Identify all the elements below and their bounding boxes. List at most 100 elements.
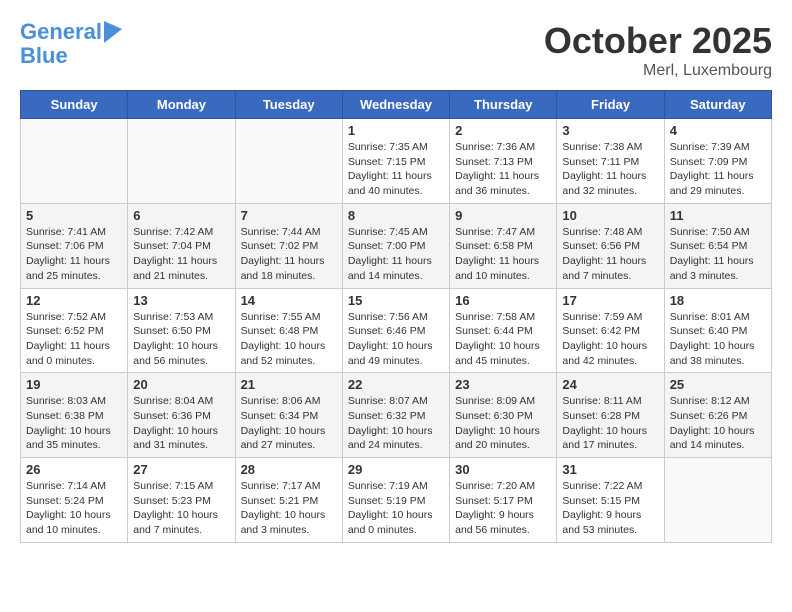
- day-number: 8: [348, 208, 444, 223]
- calendar-week-1: 1 Sunrise: 7:35 AMSunset: 7:15 PMDaylight…: [21, 119, 772, 204]
- day-number: 23: [455, 377, 551, 392]
- calendar-cell: 7 Sunrise: 7:44 AMSunset: 7:02 PMDaylight…: [235, 203, 342, 288]
- calendar-cell: 8 Sunrise: 7:45 AMSunset: 7:00 PMDaylight…: [342, 203, 449, 288]
- calendar-cell: [21, 119, 128, 204]
- calendar-cell: 3 Sunrise: 7:38 AMSunset: 7:11 PMDaylight…: [557, 119, 664, 204]
- day-number: 26: [26, 462, 122, 477]
- calendar-table: SundayMondayTuesdayWednesdayThursdayFrid…: [20, 90, 772, 543]
- calendar-cell: 11 Sunrise: 7:50 AMSunset: 6:54 PMDayligh…: [664, 203, 771, 288]
- day-number: 9: [455, 208, 551, 223]
- day-number: 22: [348, 377, 444, 392]
- calendar-cell: 19Sunrise: 8:03 AMSunset: 6:38 PMDayligh…: [21, 373, 128, 458]
- calendar-cell: 29Sunrise: 7:19 AMSunset: 5:19 PMDayligh…: [342, 458, 449, 543]
- calendar-cell: 20 Sunrise: 8:04 AMSunset: 6:36 PMDayligh…: [128, 373, 235, 458]
- calendar-cell: [664, 458, 771, 543]
- weekday-header-monday: Monday: [128, 91, 235, 119]
- day-number: 30: [455, 462, 551, 477]
- day-number: 2: [455, 123, 551, 138]
- calendar-cell: 12 Sunrise: 7:52 AMSunset: 6:52 PMDayligh…: [21, 288, 128, 373]
- day-info: Sunrise: 8:12 AMSunset: 6:26 PMDaylight:…: [670, 394, 766, 453]
- weekday-header-tuesday: Tuesday: [235, 91, 342, 119]
- day-info: Sunrise: 7:35 AMSunset: 7:15 PMDaylight:…: [348, 140, 444, 199]
- day-info: Sunrise: 7:47 AMSunset: 6:58 PMDaylight:…: [455, 225, 551, 284]
- day-info: Sunrise: 7:52 AMSunset: 6:52 PMDaylight:…: [26, 310, 122, 369]
- weekday-header-thursday: Thursday: [450, 91, 557, 119]
- calendar-cell: [235, 119, 342, 204]
- day-number: 7: [241, 208, 337, 223]
- day-number: 31: [562, 462, 658, 477]
- day-info: Sunrise: 7:53 AMSunset: 6:50 PMDaylight:…: [133, 310, 229, 369]
- day-info: Sunrise: 7:50 AMSunset: 6:54 PMDaylight:…: [670, 225, 766, 284]
- day-number: 10: [562, 208, 658, 223]
- logo: General Blue: [20, 20, 122, 68]
- day-number: 15: [348, 293, 444, 308]
- logo-icon: [104, 21, 122, 43]
- calendar-cell: 31Sunrise: 7:22 AMSunset: 5:15 PMDayligh…: [557, 458, 664, 543]
- day-info: Sunrise: 7:42 AMSunset: 7:04 PMDaylight:…: [133, 225, 229, 284]
- day-info: Sunrise: 7:45 AMSunset: 7:00 PMDaylight:…: [348, 225, 444, 284]
- day-info: Sunrise: 7:55 AMSunset: 6:48 PMDaylight:…: [241, 310, 337, 369]
- calendar-week-5: 26Sunrise: 7:14 AMSunset: 5:24 PMDayligh…: [21, 458, 772, 543]
- calendar-cell: 9 Sunrise: 7:47 AMSunset: 6:58 PMDaylight…: [450, 203, 557, 288]
- calendar-week-2: 5Sunrise: 7:41 AMSunset: 7:06 PMDaylight…: [21, 203, 772, 288]
- weekday-header-saturday: Saturday: [664, 91, 771, 119]
- day-number: 4: [670, 123, 766, 138]
- calendar-cell: 13Sunrise: 7:53 AMSunset: 6:50 PMDayligh…: [128, 288, 235, 373]
- calendar-header: SundayMondayTuesdayWednesdayThursdayFrid…: [21, 91, 772, 119]
- calendar-week-4: 19Sunrise: 8:03 AMSunset: 6:38 PMDayligh…: [21, 373, 772, 458]
- day-info: Sunrise: 7:36 AMSunset: 7:13 PMDaylight:…: [455, 140, 551, 199]
- calendar-cell: 23 Sunrise: 8:09 AMSunset: 6:30 PMDayligh…: [450, 373, 557, 458]
- day-info: Sunrise: 7:44 AMSunset: 7:02 PMDaylight:…: [241, 225, 337, 284]
- day-number: 12: [26, 293, 122, 308]
- day-number: 1: [348, 123, 444, 138]
- calendar-cell: 21Sunrise: 8:06 AMSunset: 6:34 PMDayligh…: [235, 373, 342, 458]
- day-number: 5: [26, 208, 122, 223]
- day-number: 25: [670, 377, 766, 392]
- calendar-cell: 18Sunrise: 8:01 AMSunset: 6:40 PMDayligh…: [664, 288, 771, 373]
- day-info: Sunrise: 8:09 AMSunset: 6:30 PMDaylight:…: [455, 394, 551, 453]
- day-info: Sunrise: 7:38 AMSunset: 7:11 PMDaylight:…: [562, 140, 658, 199]
- weekday-header-friday: Friday: [557, 91, 664, 119]
- calendar-cell: 4 Sunrise: 7:39 AMSunset: 7:09 PMDaylight…: [664, 119, 771, 204]
- day-number: 14: [241, 293, 337, 308]
- page-header: General Blue October 2025 Merl, Luxembou…: [20, 20, 772, 80]
- day-number: 19: [26, 377, 122, 392]
- calendar-cell: 25 Sunrise: 8:12 AMSunset: 6:26 PMDayligh…: [664, 373, 771, 458]
- calendar-cell: 16 Sunrise: 7:58 AMSunset: 6:44 PMDayligh…: [450, 288, 557, 373]
- day-info: Sunrise: 7:17 AMSunset: 5:21 PMDaylight:…: [241, 479, 337, 538]
- calendar-cell: 2 Sunrise: 7:36 AMSunset: 7:13 PMDaylight…: [450, 119, 557, 204]
- day-number: 6: [133, 208, 229, 223]
- calendar-cell: 10Sunrise: 7:48 AMSunset: 6:56 PMDayligh…: [557, 203, 664, 288]
- title-block: October 2025 Merl, Luxembourg: [544, 20, 772, 80]
- day-number: 20: [133, 377, 229, 392]
- day-number: 16: [455, 293, 551, 308]
- calendar-cell: 30Sunrise: 7:20 AMSunset: 5:17 PMDayligh…: [450, 458, 557, 543]
- calendar-week-3: 12 Sunrise: 7:52 AMSunset: 6:52 PMDayligh…: [21, 288, 772, 373]
- calendar-cell: 6 Sunrise: 7:42 AMSunset: 7:04 PMDaylight…: [128, 203, 235, 288]
- month-title: October 2025: [544, 20, 772, 62]
- day-number: 24: [562, 377, 658, 392]
- logo-line2: Blue: [20, 44, 122, 68]
- calendar-cell: 22 Sunrise: 8:07 AMSunset: 6:32 PMDayligh…: [342, 373, 449, 458]
- day-info: Sunrise: 7:39 AMSunset: 7:09 PMDaylight:…: [670, 140, 766, 199]
- day-info: Sunrise: 7:58 AMSunset: 6:44 PMDaylight:…: [455, 310, 551, 369]
- calendar-cell: 1 Sunrise: 7:35 AMSunset: 7:15 PMDaylight…: [342, 119, 449, 204]
- day-number: 3: [562, 123, 658, 138]
- day-info: Sunrise: 8:11 AMSunset: 6:28 PMDaylight:…: [562, 394, 658, 453]
- location: Merl, Luxembourg: [544, 62, 772, 80]
- day-info: Sunrise: 7:15 AMSunset: 5:23 PMDaylight:…: [133, 479, 229, 538]
- calendar-cell: 26Sunrise: 7:14 AMSunset: 5:24 PMDayligh…: [21, 458, 128, 543]
- day-info: Sunrise: 8:07 AMSunset: 6:32 PMDaylight:…: [348, 394, 444, 453]
- day-info: Sunrise: 8:04 AMSunset: 6:36 PMDaylight:…: [133, 394, 229, 453]
- day-info: Sunrise: 8:01 AMSunset: 6:40 PMDaylight:…: [670, 310, 766, 369]
- weekday-header-wednesday: Wednesday: [342, 91, 449, 119]
- logo-text: General: [20, 20, 102, 44]
- day-number: 11: [670, 208, 766, 223]
- calendar-cell: 17Sunrise: 7:59 AMSunset: 6:42 PMDayligh…: [557, 288, 664, 373]
- calendar-cell: 28Sunrise: 7:17 AMSunset: 5:21 PMDayligh…: [235, 458, 342, 543]
- day-info: Sunrise: 8:06 AMSunset: 6:34 PMDaylight:…: [241, 394, 337, 453]
- day-info: Sunrise: 7:56 AMSunset: 6:46 PMDaylight:…: [348, 310, 444, 369]
- day-info: Sunrise: 7:19 AMSunset: 5:19 PMDaylight:…: [348, 479, 444, 538]
- weekday-header-sunday: Sunday: [21, 91, 128, 119]
- day-info: Sunrise: 7:59 AMSunset: 6:42 PMDaylight:…: [562, 310, 658, 369]
